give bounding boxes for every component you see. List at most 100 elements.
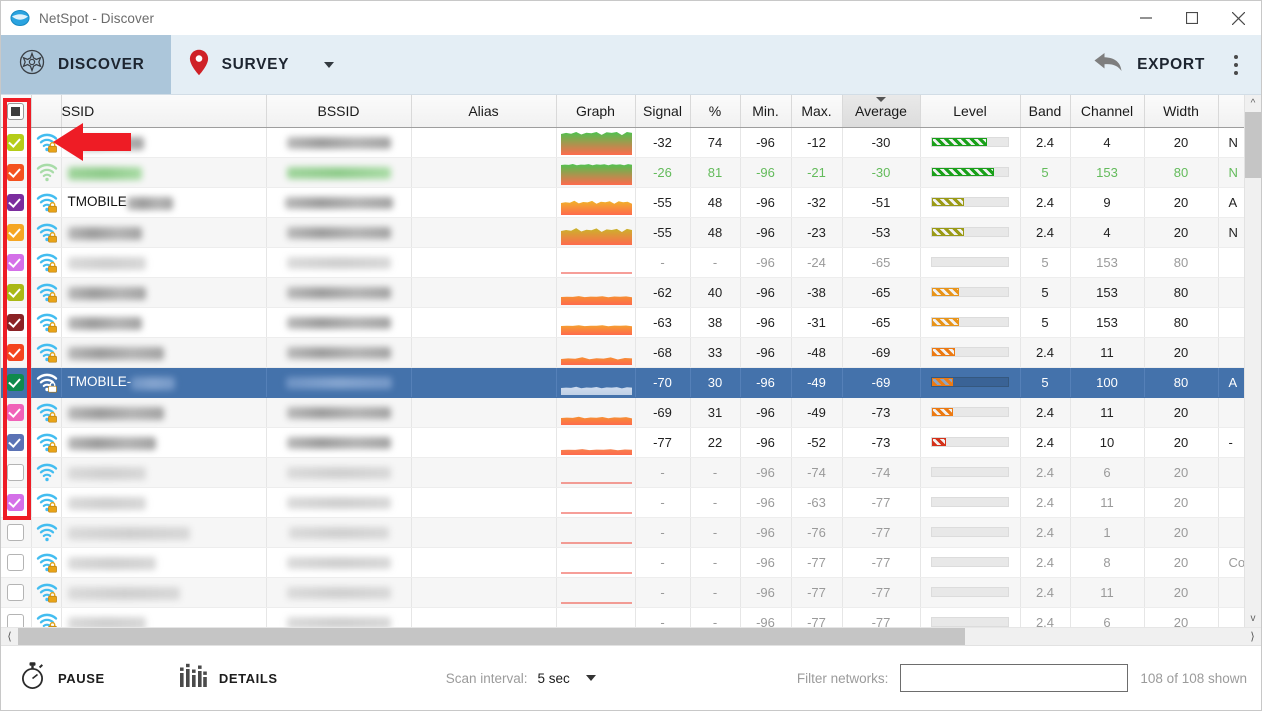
header-average[interactable]: Average <box>842 95 921 128</box>
header-width[interactable]: Width <box>1144 95 1219 128</box>
vertical-scroll-thumb[interactable] <box>1245 112 1261 178</box>
tab-survey[interactable]: SURVEY <box>171 35 361 94</box>
table-row[interactable]: -68 33 -96 -48 -69 2.4 11 20 <box>1 337 1244 368</box>
scan-interval-value[interactable]: 5 sec <box>537 671 569 686</box>
chevron-down-icon[interactable] <box>324 61 335 68</box>
cell-select[interactable] <box>1 307 32 338</box>
header-min[interactable]: Min. <box>740 95 792 128</box>
table-row[interactable]: TMOBILE- -70 30 -96 -49 -69 5 100 80 A <box>1 367 1244 398</box>
row-checkbox[interactable] <box>7 463 25 481</box>
table-row[interactable]: - - -96 -63 -77 2.4 11 20 <box>1 487 1244 518</box>
cell-alias[interactable] <box>411 487 557 518</box>
table-row[interactable]: - - -96 -76 -77 2.4 1 20 <box>1 517 1244 548</box>
table-row[interactable]: -69 31 -96 -49 -73 2.4 11 20 <box>1 397 1244 428</box>
header-band[interactable]: Band <box>1020 95 1071 128</box>
row-checkbox[interactable] <box>7 313 25 331</box>
tab-discover[interactable]: DISCOVER <box>1 35 171 94</box>
cell-select[interactable] <box>1 517 32 548</box>
scroll-up-icon[interactable]: ^ <box>1245 95 1261 112</box>
cell-select[interactable] <box>1 157 32 188</box>
header-bssid[interactable]: BSSID <box>266 95 412 128</box>
row-checkbox[interactable] <box>7 343 25 361</box>
cell-alias[interactable] <box>411 187 557 218</box>
cell-select[interactable] <box>1 337 32 368</box>
filter-networks-input[interactable] <box>900 664 1129 692</box>
row-checkbox[interactable] <box>7 433 25 451</box>
cell-alias[interactable] <box>411 427 557 458</box>
details-button[interactable]: DETAILS <box>161 663 296 694</box>
minimize-button[interactable] <box>1123 1 1169 35</box>
row-checkbox[interactable] <box>7 523 25 541</box>
network-grid-scroll[interactable]: SSID BSSID Alias Graph Signal % Min. Max… <box>1 95 1244 627</box>
cell-select[interactable] <box>1 397 32 428</box>
scroll-left-icon[interactable]: ⟨ <box>1 630 18 643</box>
vertical-scrollbar[interactable]: ^ v <box>1244 95 1261 627</box>
cell-select[interactable] <box>1 607 32 627</box>
table-row[interactable]: - - -96 -77 -77 2.4 6 20 <box>1 607 1244 627</box>
row-checkbox[interactable] <box>7 283 25 301</box>
row-checkbox[interactable] <box>7 583 25 601</box>
row-checkbox[interactable] <box>7 493 25 511</box>
scan-interval-chevron-down-icon[interactable] <box>585 675 596 681</box>
row-checkbox[interactable] <box>7 553 25 571</box>
horizontal-scroll-track[interactable] <box>18 627 1244 645</box>
cell-select[interactable] <box>1 277 32 308</box>
cell-alias[interactable] <box>411 397 557 428</box>
cell-alias[interactable] <box>411 157 557 188</box>
cell-alias[interactable] <box>411 127 557 158</box>
header-alias[interactable]: Alias <box>411 95 557 128</box>
header-channel[interactable]: Channel <box>1070 95 1145 128</box>
cell-select[interactable] <box>1 427 32 458</box>
row-checkbox[interactable] <box>7 193 25 211</box>
cell-alias[interactable] <box>411 607 557 627</box>
table-row[interactable]: TMOBILE -55 48 -96 -32 -51 2.4 9 20 A <box>1 187 1244 218</box>
table-row[interactable]: -26 81 -96 -21 -30 5 153 80 N <box>1 157 1244 188</box>
export-button[interactable]: EXPORT <box>1083 35 1219 94</box>
cell-select[interactable] <box>1 487 32 518</box>
row-checkbox[interactable] <box>7 223 25 241</box>
row-checkbox[interactable] <box>7 613 25 627</box>
cell-select[interactable] <box>1 127 32 158</box>
row-checkbox[interactable] <box>7 403 25 421</box>
cell-alias[interactable] <box>411 247 557 278</box>
table-row[interactable]: - - -96 -77 -77 2.4 11 20 <box>1 577 1244 608</box>
cell-alias[interactable] <box>411 337 557 368</box>
horizontal-scroll-thumb[interactable] <box>18 627 965 645</box>
header-max[interactable]: Max. <box>791 95 843 128</box>
cell-alias[interactable] <box>411 217 557 248</box>
maximize-button[interactable] <box>1169 1 1215 35</box>
cell-alias[interactable] <box>411 517 557 548</box>
table-row[interactable]: - - -96 -24 -65 5 153 80 <box>1 247 1244 278</box>
row-checkbox[interactable] <box>7 253 25 271</box>
cell-select[interactable] <box>1 217 32 248</box>
cell-select[interactable] <box>1 547 32 578</box>
horizontal-scrollbar[interactable]: ⟨ ⟩ <box>1 627 1261 645</box>
row-checkbox[interactable] <box>7 163 25 181</box>
kebab-menu-icon[interactable] <box>1219 35 1253 94</box>
table-row[interactable]: -55 48 -96 -23 -53 2.4 4 20 N <box>1 217 1244 248</box>
cell-alias[interactable] <box>411 307 557 338</box>
table-row[interactable]: -77 22 -96 -52 -73 2.4 10 20- <box>1 427 1244 458</box>
table-row[interactable]: -62 40 -96 -38 -65 5 153 80 <box>1 277 1244 308</box>
header-percent[interactable]: % <box>690 95 741 128</box>
table-row[interactable]: - - -96 -74 -74 2.4 6 20 <box>1 457 1244 488</box>
table-row[interactable]: -32 74 -96 -12 -30 2.4 4 20 N <box>1 127 1244 158</box>
select-all-checkbox[interactable] <box>7 102 25 120</box>
close-button[interactable] <box>1215 1 1261 35</box>
cell-alias[interactable] <box>411 457 557 488</box>
cell-select[interactable] <box>1 187 32 218</box>
header-graph[interactable]: Graph <box>556 95 636 128</box>
row-checkbox[interactable] <box>7 133 25 151</box>
table-row[interactable]: -63 38 -96 -31 -65 5 153 80 <box>1 307 1244 338</box>
cell-select[interactable] <box>1 247 32 278</box>
scroll-right-icon[interactable]: ⟩ <box>1244 630 1261 643</box>
header-level[interactable]: Level <box>920 95 1021 128</box>
cell-select[interactable] <box>1 457 32 488</box>
vertical-scroll-track[interactable] <box>1245 112 1261 610</box>
header-mode[interactable] <box>1218 95 1244 128</box>
cell-alias[interactable] <box>411 547 557 578</box>
scroll-down-icon[interactable]: v <box>1245 610 1261 627</box>
header-signal[interactable]: Signal <box>635 95 691 128</box>
header-ssid[interactable]: SSID <box>61 95 267 128</box>
pause-button[interactable]: PAUSE <box>1 661 123 695</box>
